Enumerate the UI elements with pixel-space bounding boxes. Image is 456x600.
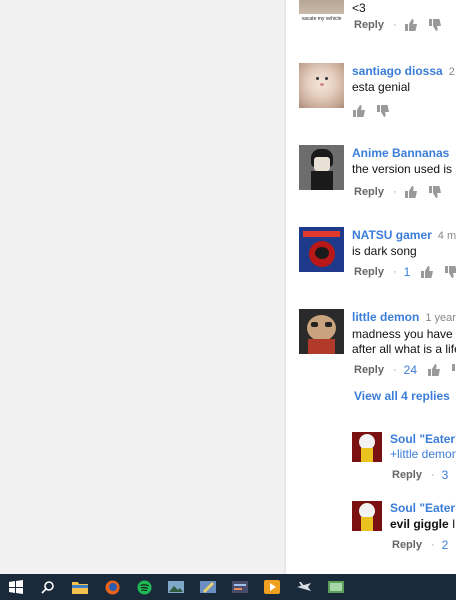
image-viewer-icon[interactable] (320, 574, 352, 600)
reply-text-rest: In (452, 517, 456, 531)
comment-text: esta genial (352, 80, 411, 94)
comment-text-line2: after all what is a life (352, 342, 456, 356)
comment-text: the version used is s (352, 162, 456, 176)
comment-actions (352, 103, 400, 119)
like-count: 3 (441, 468, 449, 482)
reply-button[interactable]: Reply (354, 364, 384, 376)
comment-actions: Reply · (354, 184, 452, 200)
reply-text[interactable]: +little demon (390, 446, 456, 462)
comments-panel[interactable]: vacate my vehicle <3 Reply · santiago di… (286, 0, 456, 574)
comment-author[interactable]: santiago diossa2 r (352, 64, 456, 78)
comment-actions: Reply · 1 (354, 264, 456, 280)
comment-actions: Reply · 24 (354, 362, 456, 378)
browser-page: vacate my vehicle <3 Reply · santiago di… (0, 0, 456, 574)
thumbs-up-icon[interactable] (420, 265, 434, 279)
view-replies-label: View all 4 replies (354, 389, 450, 403)
comment-author[interactable]: Anime Bannanas3 (352, 146, 456, 160)
video-editor-icon[interactable] (224, 574, 256, 600)
comment-time[interactable]: 4 mo (438, 230, 456, 242)
separator-dot: · (430, 469, 435, 481)
thumbs-up-icon[interactable] (404, 18, 418, 32)
thumbs-down-icon[interactable] (428, 18, 442, 32)
separator-dot: · (392, 186, 397, 198)
thumbs-down-icon[interactable] (428, 185, 442, 199)
separator-dot: · (430, 539, 435, 551)
like-count: 24 (403, 363, 417, 377)
photos-icon[interactable] (160, 574, 192, 600)
paint-icon[interactable] (192, 574, 224, 600)
reply-button[interactable]: Reply (392, 539, 422, 551)
taskbar (0, 574, 456, 600)
commenter-avatar[interactable] (299, 145, 344, 190)
comment-actions: Reply · (354, 17, 452, 33)
reply-author[interactable]: Soul "Eater" (390, 501, 456, 515)
comment-time[interactable]: 2 r (449, 66, 456, 78)
like-count: 1 (403, 265, 411, 279)
plane-icon[interactable] (288, 574, 320, 600)
comment-text: is dark song (352, 244, 417, 258)
reply-actions: Reply · 3 (392, 467, 456, 483)
like-count: 2 (441, 538, 449, 552)
reply-button[interactable]: Reply (354, 186, 384, 198)
commenter-avatar[interactable]: vacate my vehicle (299, 0, 344, 24)
commenter-avatar[interactable] (299, 63, 344, 108)
media-player-icon[interactable] (256, 574, 288, 600)
firefox-icon[interactable] (96, 574, 128, 600)
commenter-avatar[interactable] (299, 227, 344, 272)
replier-avatar[interactable] (352, 501, 382, 531)
separator-dot: · (392, 266, 397, 278)
separator-dot: · (392, 364, 397, 376)
reply-button[interactable]: Reply (392, 469, 422, 481)
reply-author[interactable]: Soul "Eater" (390, 432, 456, 446)
thumbs-up-icon[interactable] (427, 363, 441, 377)
comment-text: madness you have r (352, 327, 456, 341)
thumbs-up-icon[interactable] (404, 185, 418, 199)
video-area-blank (0, 0, 286, 574)
commenter-avatar[interactable] (299, 309, 344, 354)
spotify-icon[interactable] (128, 574, 160, 600)
comment-time[interactable]: 1 year a (425, 312, 456, 324)
comment-author[interactable]: little demon1 year a (352, 310, 456, 324)
thumbs-down-icon[interactable] (376, 104, 390, 118)
search-icon[interactable] (32, 574, 64, 600)
reply-actions: Reply · 2 (392, 537, 456, 553)
windows-start-icon[interactable] (0, 574, 32, 600)
reply-text: evil giggle In (390, 516, 456, 532)
reply-button[interactable]: Reply (354, 19, 384, 31)
comment-text: <3 (352, 1, 366, 15)
avatar-caption: vacate my vehicle (299, 14, 344, 24)
view-replies-button[interactable]: View all 4 replies (354, 389, 456, 403)
thumbs-down-icon[interactable] (444, 265, 456, 279)
reply-text-bold: evil giggle (390, 517, 449, 531)
comment-author[interactable]: NATSU gamer4 mo (352, 228, 456, 242)
reply-button[interactable]: Reply (354, 266, 384, 278)
thumbs-down-icon[interactable] (451, 363, 456, 377)
file-explorer-icon[interactable] (64, 574, 96, 600)
separator-dot: · (392, 19, 397, 31)
replier-avatar[interactable] (352, 432, 382, 462)
thumbs-up-icon[interactable] (352, 104, 366, 118)
